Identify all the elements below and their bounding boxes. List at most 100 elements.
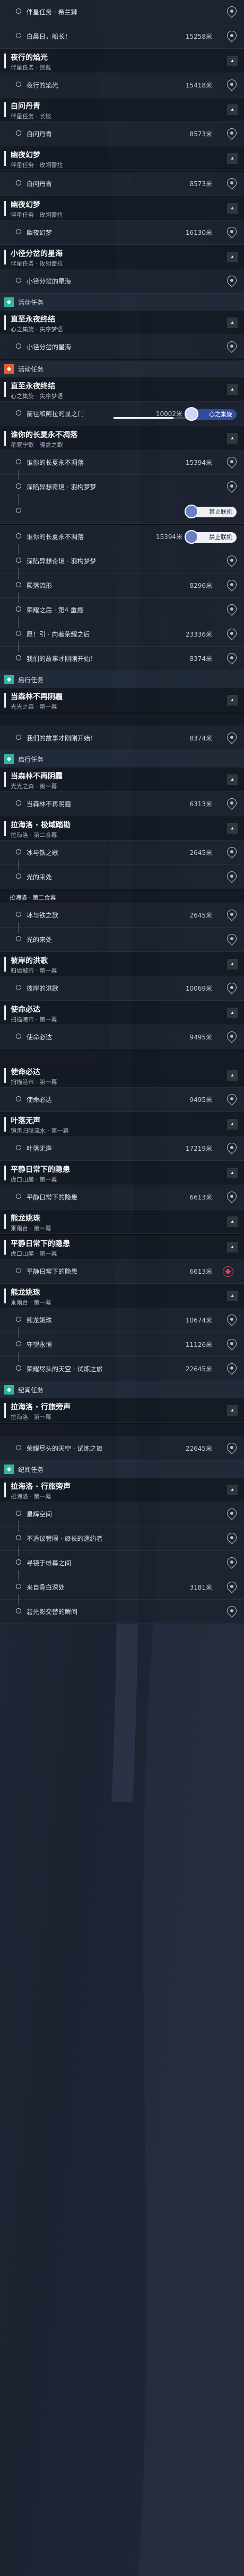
quest-card[interactable]: 平静日常下的隐患 虎口山麓 · 第一幕 ▴ [0,1235,244,1259]
quest-card[interactable]: 当森林不再阴霾 光光之森 · 第一幕 ▴ [0,688,244,712]
quest-step-row[interactable]: 小径分岔的星海 [0,269,244,294]
quest-step-row[interactable]: 使命必达 9495米 [0,1025,244,1049]
map-pin-icon[interactable] [225,730,239,744]
map-pin-icon[interactable] [225,651,239,665]
quest-card[interactable]: 幽夜幻梦 伴星任务 · 玫翎蕾拉 ▴ [0,146,244,171]
chevron-up-icon[interactable]: ▴ [227,104,238,115]
quest-step-row[interactable]: 我们的故事才刚刚开始！ 8374米 [0,726,244,751]
quest-card[interactable]: 叶落无声 镜黑归隐流水 · 第一幕 ▴ [0,1112,244,1136]
quest-step-row[interactable]: 不适议管限 · 旅长的遗约者 [0,1521,244,1551]
quest-step-row[interactable]: 禁止联机 [0,494,244,524]
category-header[interactable]: ◆ 启行任务 [0,671,244,688]
quest-card[interactable]: 当森林不再阴霾 光光之森 · 第一幕 ▴ [0,767,244,792]
quest-step-row[interactable]: 平静日常下的隐患 6613米 [0,1185,244,1210]
map-pin-icon[interactable] [225,1506,239,1520]
map-pin-icon[interactable] [225,796,239,810]
map-pin-icon[interactable] [225,1361,239,1375]
quest-step-row[interactable]: 冰与铁之歌 2645米 [0,903,244,928]
quest-card[interactable]: 拉海洛 · 极域踏勘 拉海洛 · 第二合幕 ▴ [0,816,244,841]
chevron-up-icon[interactable]: ▴ [227,1008,238,1018]
quest-step-row[interactable]: 碧光影交替的瞬间 [0,1594,244,1624]
map-pin-icon[interactable] [225,932,239,946]
map-pin-icon[interactable] [225,29,239,42]
chevron-up-icon[interactable]: ▴ [227,695,238,705]
quest-step-row[interactable]: 光的来处 [0,860,244,889]
quest-card[interactable]: 拉海洛 · 行旅旁声 拉海洛 · 第一幕 ▴ [0,1398,244,1423]
quest-card[interactable]: 使命必达 扫描港市 · 第一幕 ▴ [0,1001,244,1025]
chevron-up-icon[interactable]: ▴ [227,56,238,66]
chevron-up-icon[interactable]: ▴ [227,1405,238,1416]
quest-step-row[interactable]: 白问丹青 8573米 [0,122,244,146]
category-header[interactable]: ◆ 纪闻任务 [0,1461,244,1478]
map-pin-icon[interactable] [225,907,239,921]
chevron-up-icon[interactable]: ▴ [227,1485,238,1495]
map-pin-icon[interactable] [225,1604,239,1618]
map-pin-icon[interactable] [225,1441,239,1454]
chevron-up-icon[interactable]: ▴ [227,1070,238,1081]
map-pin-icon[interactable] [225,77,239,91]
chevron-up-icon[interactable]: ▴ [227,823,238,834]
map-pin-icon[interactable] [225,176,239,190]
quest-card[interactable]: 谁你的长夏永不凋落 星眠宁歌 · 暖盒之歌 ▴ [0,426,244,451]
chevron-up-icon[interactable]: ▴ [227,1216,238,1227]
map-pin-icon[interactable] [225,479,239,493]
map-pin-icon[interactable] [225,274,239,287]
map-pin-icon[interactable] [225,225,239,239]
quest-card[interactable]: 直至永夜终结 心之集旋 · 失序梦语 ▴ [0,377,244,402]
quest-step-row[interactable]: 愿！引 · 向着荣耀之后 23336米 [0,617,244,647]
quest-step-row[interactable]: 白问丹青 8573米 [0,172,244,196]
map-pin-icon[interactable] [225,981,239,994]
quest-step-row[interactable]: 星辉空间 [0,1502,244,1527]
quest-card[interactable]: 白问丹青 伴星任务 · 长枝 ▴ [0,98,244,122]
quest-card[interactable]: 直至永夜终结 心之集旋 · 失序梦语 ▴ [0,311,244,335]
map-pin-icon[interactable] [225,1092,239,1106]
quest-step-row[interactable]: 冰与铁之歌 2645米 [0,841,244,865]
map-pin-icon[interactable] [225,627,239,640]
chevron-up-icon[interactable]: ▴ [227,433,238,444]
map-pin-icon[interactable] [225,869,239,883]
chevron-up-icon[interactable]: ▴ [227,1291,238,1301]
quest-step-row[interactable]: 来自骨白深处 3181米 [0,1570,244,1600]
map-pin-icon[interactable] [225,126,239,140]
category-header[interactable]: ◆ 纪闻任务 [0,1381,244,1398]
map-pin-icon[interactable] [225,339,239,353]
map-pin-icon[interactable] [225,845,239,859]
map-pin-icon[interactable] [225,4,239,18]
quest-step-row[interactable]: 谁你的长夏永不凋落 禁止联机 15394米 [0,525,244,549]
quest-card[interactable]: 拉海洛 · 行旅旁声 拉海洛 · 第一幕 ▴ [0,1478,244,1502]
quest-step-row[interactable]: 小径分岔的星海 [0,335,244,359]
map-pin-icon[interactable] [225,578,239,592]
chevron-up-icon[interactable]: ▴ [227,317,238,328]
chevron-up-icon[interactable]: ▴ [227,252,238,262]
quest-step-row[interactable]: 我们的故事才刚刚开始！ 8374米 [0,641,244,671]
quest-step-row[interactable]: 熊龙姚珠 10674米 [0,1308,244,1333]
quest-step-row[interactable]: 叶落无声 17219米 [0,1136,244,1161]
map-pin-icon[interactable] [225,1555,239,1569]
map-pin-icon[interactable] [225,602,239,616]
chevron-up-icon[interactable]: ▴ [227,153,238,164]
quest-step-row[interactable]: 守望永恒 11126米 [0,1327,244,1357]
map-pin-icon[interactable] [225,553,239,567]
quest-step-row[interactable]: 荣耀尽头的天空 · 试炼之旅 22645米 [0,1436,244,1461]
quest-card[interactable]: 幽夜幻梦 伴星任务 · 玫翎蕾拉 ▴ [0,196,244,220]
coop-status-pill[interactable]: 禁止联机 [185,505,237,518]
map-pin-icon[interactable] [225,1580,239,1593]
quest-step-row[interactable]: 荣耀尽头的天空 · 试炼之旅 22645米 [0,1352,244,1381]
quest-step-row[interactable]: 陨落流形 8296米 [0,568,244,598]
chevron-up-icon[interactable]: ▴ [227,959,238,969]
map-pin-icon[interactable] [225,1312,239,1326]
chevron-up-icon[interactable]: ▴ [227,203,238,214]
quest-step-row[interactable]: 彼岸的洪歌 10069米 [0,976,244,1001]
quest-step-row[interactable]: 夜行的焰光 15418米 [0,73,244,98]
quest-step-row[interactable]: 深陷异想奇境 · 羽构梦梦 [0,544,244,574]
quest-card[interactable]: 小径分岔的星海 伴星任务 · 玫翎蕾拉 ▴ [0,245,244,269]
quest-step-row[interactable]: 荣耀之后 · 第4 重燃 [0,593,244,622]
chevron-up-icon[interactable]: ▴ [227,774,238,785]
quest-step-row[interactable]: 光的来处 [0,922,244,952]
quest-card[interactable]: 夜行的焰光 伴星任务 · 贺戴 ▴ [0,49,244,73]
quest-step-row[interactable]: 使命必达 9495米 [0,1088,244,1112]
chevron-up-icon[interactable]: ▴ [227,384,238,395]
chevron-up-icon[interactable]: ▴ [227,1168,238,1178]
quest-step-row[interactable]: 幽夜幻梦 16130米 [0,220,244,245]
chevron-up-icon[interactable]: ▴ [227,1242,238,1252]
